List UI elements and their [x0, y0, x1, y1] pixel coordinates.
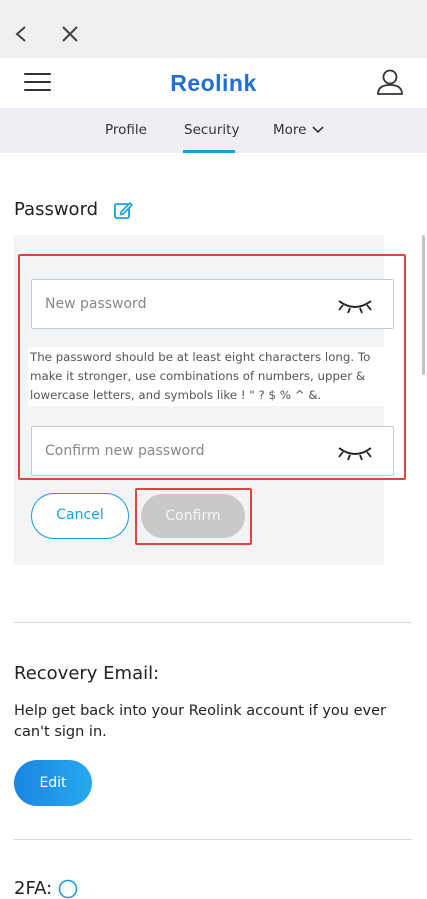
divider: [14, 622, 412, 623]
chevron-down-icon: [312, 126, 324, 134]
divider: [14, 839, 412, 840]
close-icon: [62, 26, 78, 42]
tab-profile[interactable]: Profile: [105, 122, 147, 138]
reolink-logo: Reolink: [170, 70, 257, 96]
tab-more[interactable]: More: [273, 122, 324, 138]
twofa-title: 2FA:: [14, 878, 78, 899]
twofa-title-label: 2FA:: [14, 878, 53, 899]
highlight-box-inputs: [18, 254, 406, 480]
active-tab-indicator: [183, 150, 235, 153]
close-button[interactable]: [54, 18, 86, 50]
cancel-button[interactable]: Cancel: [31, 493, 129, 539]
user-icon[interactable]: [375, 67, 405, 97]
password-title: Password: [14, 199, 99, 220]
back-button[interactable]: [6, 18, 38, 50]
edit-recovery-email-button[interactable]: Edit: [14, 760, 92, 806]
edit-icon[interactable]: [113, 200, 133, 220]
tab-more-label: More: [273, 122, 307, 138]
chevron-left-icon: [15, 26, 26, 42]
app-header: Reolink: [0, 58, 427, 108]
tab-security[interactable]: Security: [184, 122, 239, 138]
recovery-email-title: Recovery Email:: [14, 663, 160, 684]
browser-bar: [0, 0, 427, 58]
scrollbar[interactable]: [422, 235, 425, 375]
help-icon[interactable]: [58, 879, 78, 899]
tab-bar: Profile Security More: [0, 108, 427, 153]
recovery-email-description: Help get back into your Reolink account …: [14, 703, 386, 740]
highlight-box-confirm: [135, 488, 252, 545]
